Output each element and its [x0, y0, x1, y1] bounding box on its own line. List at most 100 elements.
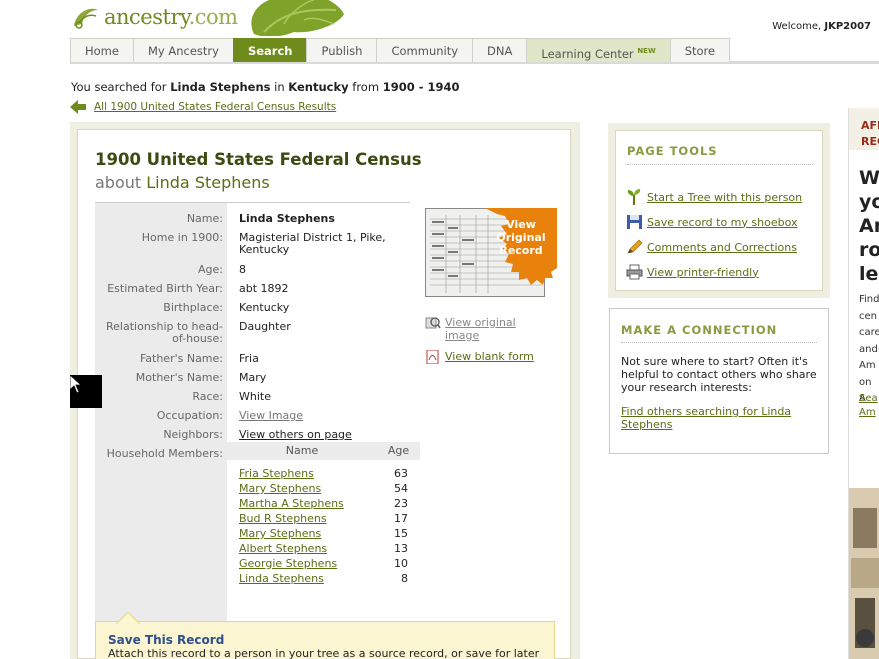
member-link[interactable]: Bud R Stephens: [239, 512, 327, 525]
make-connection-panel: MAKE A CONNECTION Not sure where to star…: [609, 308, 829, 454]
tool-label[interactable]: View printer-friendly: [647, 266, 759, 279]
leaf-swirl-icon: [74, 8, 98, 29]
tab-community[interactable]: Community: [376, 38, 474, 62]
field-father: Father's Name: Fria: [95, 353, 399, 365]
tool-label[interactable]: Comments and Corrections: [647, 241, 797, 254]
summary-from: from: [352, 80, 380, 94]
member-link[interactable]: Mary Stephens: [239, 527, 321, 540]
record-panel: 1900 United States Federal Census about …: [70, 122, 580, 659]
side-advertisement[interactable]: AFIREG WyoArrole FindcencareandAmon A Se…: [848, 108, 879, 659]
member-age: 8: [401, 572, 408, 585]
ad-photo-icon: [849, 488, 879, 659]
pdf-icon: [426, 350, 439, 364]
occupation-view-image-link[interactable]: View Image: [239, 410, 399, 422]
tab-home[interactable]: Home: [70, 38, 134, 62]
field-age: Age: 8: [95, 264, 399, 276]
household-row: Mary Stephens 15: [227, 526, 420, 541]
member-link[interactable]: Albert Stephens: [239, 542, 327, 555]
tab-search[interactable]: Search: [232, 38, 308, 62]
field-label: Father's Name:: [139, 352, 223, 365]
ad-heading-fragment: AFIREG: [861, 119, 879, 148]
back-arrow-icon[interactable]: [70, 100, 86, 114]
member-age: 15: [394, 527, 408, 540]
member-age: 54: [394, 482, 408, 495]
tab-learning-center-label: Learning Center: [541, 46, 634, 61]
welcome-prefix: Welcome,: [772, 21, 822, 32]
start-tree-item[interactable]: Start a Tree with this person: [626, 189, 802, 205]
member-age: 13: [394, 542, 408, 555]
ad-body-fragment: Find cen care and Am on A: [859, 294, 879, 404]
about-name: Linda Stephens: [146, 173, 270, 192]
field-value: White: [239, 390, 271, 403]
save-shoebox-item[interactable]: Save record to my shoebox: [626, 214, 797, 230]
connect-heading: MAKE A CONNECTION: [621, 323, 778, 337]
field-name: Name: Linda Stephens: [95, 213, 399, 225]
divider: [627, 164, 813, 165]
household-row: Martha A Stephens 23: [227, 496, 420, 511]
view-blank-form-row: View blank form: [425, 350, 534, 364]
search-summary: You searched for Linda Stephens in Kentu…: [71, 80, 460, 94]
field-value: Magisterial District 1, Pike, Kentucky: [239, 231, 386, 256]
connect-description: Not sure where to start? Often it's help…: [621, 355, 817, 394]
username: JKP2007: [824, 21, 871, 32]
ad-link-fragment[interactable]: Sea Am: [859, 392, 878, 420]
printer-friendly-item[interactable]: View printer-friendly: [626, 264, 759, 280]
logo-text: ancestry: [104, 5, 189, 29]
member-link[interactable]: Mary Stephens: [239, 482, 321, 495]
welcome-message: Welcome, JKP2007: [772, 21, 871, 32]
ancestry-logo[interactable]: ancestry.com: [70, 2, 238, 32]
member-link[interactable]: Fria Stephens: [239, 467, 314, 480]
field-label: Neighbors:: [163, 428, 223, 441]
member-link[interactable]: Martha A Stephens: [239, 497, 344, 510]
member-link[interactable]: Linda Stephens: [239, 572, 324, 585]
record-card: 1900 United States Federal Census about …: [77, 129, 571, 659]
record-subtitle: about Linda Stephens: [95, 173, 270, 192]
view-original-record-badge[interactable]: View Original Record: [485, 208, 557, 286]
field-value: abt 1892: [239, 282, 289, 295]
page-tools-heading: PAGE TOOLS: [627, 144, 718, 158]
save-record-title[interactable]: Save This Record: [108, 633, 224, 647]
field-occupation: Occupation: View Image: [95, 410, 399, 422]
view-original-image-row: View original image: [425, 316, 545, 342]
grape-leaf-decoration-icon: [251, 0, 344, 36]
household-row: Fria Stephens 63: [227, 466, 420, 481]
tab-publish[interactable]: Publish: [306, 38, 378, 62]
field-relationship: Relationship to head-of-house: Daughter: [95, 321, 399, 345]
tool-label[interactable]: Save record to my shoebox: [647, 216, 797, 229]
field-birthplace: Birthplace: Kentucky: [95, 302, 399, 314]
pencil-icon: [627, 239, 643, 254]
field-label: Age:: [198, 263, 223, 276]
field-race: Race: White: [95, 391, 399, 403]
all-results-link[interactable]: All 1900 United States Federal Census Re…: [94, 101, 336, 113]
household-header: Name Age: [227, 442, 420, 460]
view-neighbors-link[interactable]: View others on page: [239, 429, 399, 441]
field-value: Kentucky: [239, 301, 290, 314]
view-original-image-link[interactable]: View original image: [445, 316, 545, 342]
comments-corrections-item[interactable]: Comments and Corrections: [626, 239, 797, 255]
field-mother: Mother's Name: Mary: [95, 372, 399, 384]
callout-pointer-icon: [116, 612, 140, 624]
field-label: Race:: [192, 390, 223, 403]
member-age: 10: [394, 557, 408, 570]
field-label: Birthplace:: [163, 301, 223, 314]
tab-learning-center[interactable]: Learning Center NEW: [526, 38, 671, 62]
save-record-box: Save This Record Attach this record to a…: [95, 612, 555, 659]
tab-my-ancestry[interactable]: My Ancestry: [132, 38, 234, 62]
back-to-results: All 1900 United States Federal Census Re…: [70, 100, 336, 114]
printer-icon: [626, 264, 643, 280]
summary-range: 1900 - 1940: [382, 80, 460, 94]
save-record-description: Attach this record to a person in your t…: [108, 647, 540, 659]
field-label: Relationship to head-of-house:: [106, 320, 223, 345]
household-table: Name Age Fria Stephens 63 Mary Stephens 54…: [227, 442, 420, 586]
field-label: Estimated Birth Year:: [107, 282, 223, 295]
summary-place: Kentucky: [288, 80, 349, 94]
tool-label[interactable]: Start a Tree with this person: [647, 191, 802, 204]
about-prefix: about: [95, 173, 142, 192]
find-others-link[interactable]: Find others searching for Linda Stephens: [621, 405, 811, 431]
field-neighbors: Neighbors: View others on page: [95, 429, 399, 441]
tab-dna[interactable]: DNA: [472, 38, 528, 62]
field-birth-year: Estimated Birth Year: abt 1892: [95, 283, 399, 295]
tab-store[interactable]: Store: [669, 38, 731, 62]
member-link[interactable]: Georgie Stephens: [239, 557, 337, 570]
view-blank-form-link[interactable]: View blank form: [445, 350, 534, 363]
